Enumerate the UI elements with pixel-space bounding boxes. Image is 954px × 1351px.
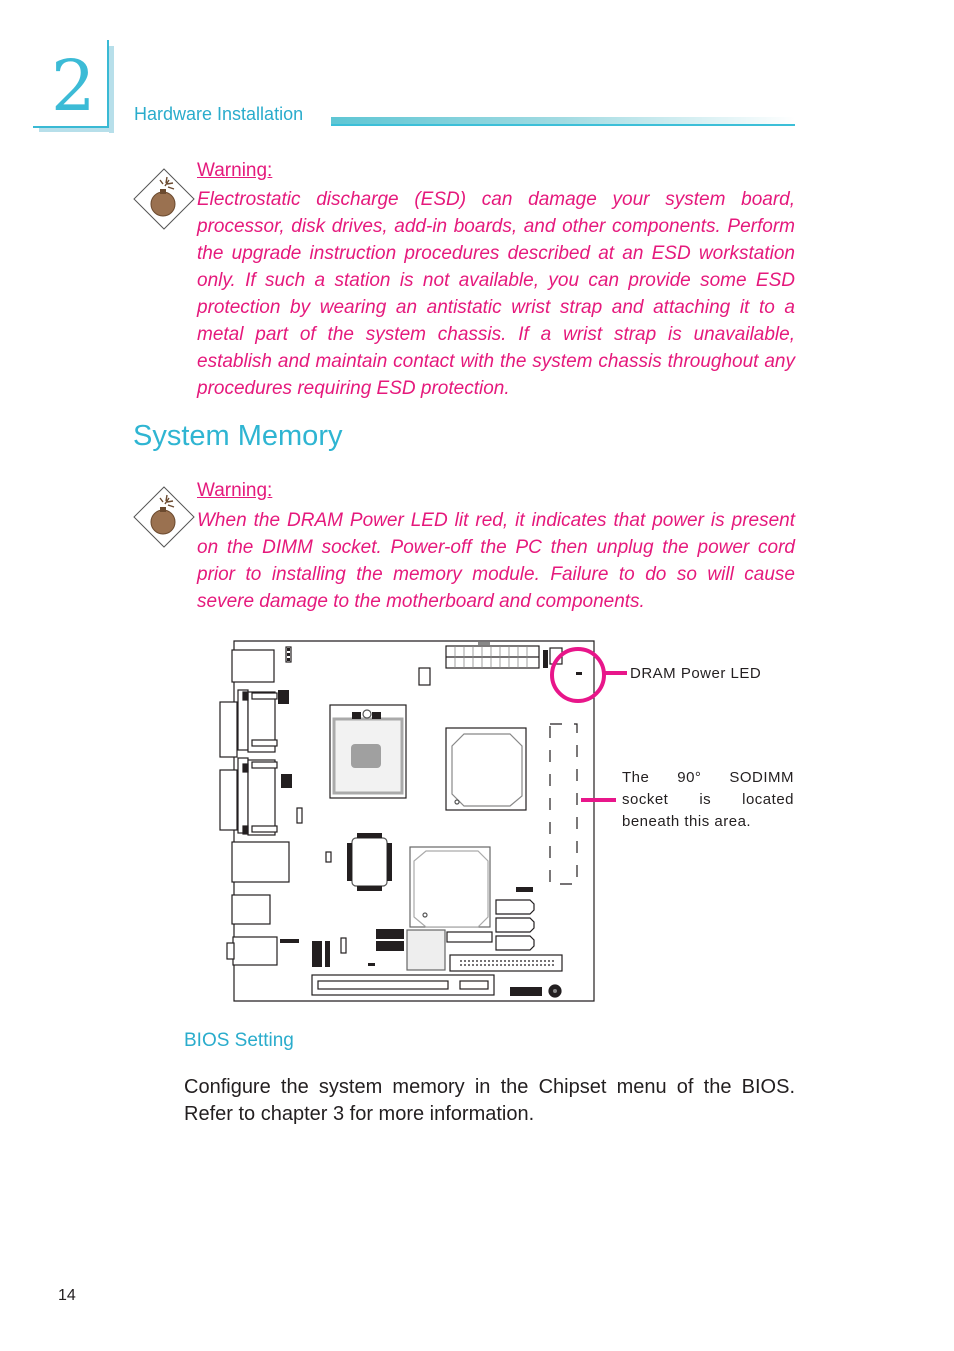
chapter-badge: 2: [33, 40, 114, 133]
audio-port: [232, 936, 278, 966]
super-io-chip: [406, 929, 446, 971]
bios-setting-text: Configure the system memory in the Chips…: [184, 1076, 795, 1125]
chapter-number: 2: [51, 45, 96, 127]
usb-port: [231, 894, 271, 925]
lan-port: [231, 841, 290, 883]
warning-text-esd: Electrostatic discharge (ESD) can damage…: [197, 189, 795, 399]
bomb-icon: [133, 168, 195, 230]
ide-connector: [449, 954, 563, 972]
badge-line-vertical: [107, 40, 109, 128]
header-grid: [278, 690, 292, 788]
bomb-icon: [133, 486, 195, 548]
motherboard-diagram: DRAM Power LED The 90° SODIMM socket is …: [210, 630, 810, 1010]
badge-shadow-horizontal: [39, 127, 114, 132]
fan-header: [418, 667, 431, 686]
page-number: 14: [58, 1287, 76, 1304]
warning-title: Warning:: [197, 160, 273, 181]
callout-sodimm-socket: The 90° SODIMM socket is located beneath…: [622, 767, 794, 833]
sata-connector: [495, 899, 535, 915]
running-header-title: Hardware Installation: [134, 104, 304, 124]
sata-connector: [495, 935, 535, 951]
ps2-port: [231, 649, 275, 683]
sodimm-area: [549, 723, 578, 885]
callout-line: beneath this area.: [622, 813, 752, 830]
warning-text-dram: When the DRAM Power LED lit red, it indi…: [197, 510, 795, 612]
dram-power-led: [576, 672, 582, 675]
callout-dram-power-led: DRAM Power LED: [630, 665, 762, 682]
cpu-die: [351, 744, 381, 768]
com-port-2: [219, 769, 238, 831]
callout-line: The 90° SODIMM: [622, 769, 794, 786]
badge-shadow-vertical: [109, 46, 114, 133]
section-heading: System Memory: [133, 420, 343, 452]
sata-connector: [495, 917, 535, 933]
warning-title: Warning:: [197, 480, 273, 501]
callout-line: socket is located: [622, 791, 794, 808]
bios-chip: [351, 837, 388, 887]
com-port-1: [219, 701, 238, 758]
header-rule: [331, 124, 795, 126]
bios-setting-heading: BIOS Setting: [184, 1030, 294, 1051]
